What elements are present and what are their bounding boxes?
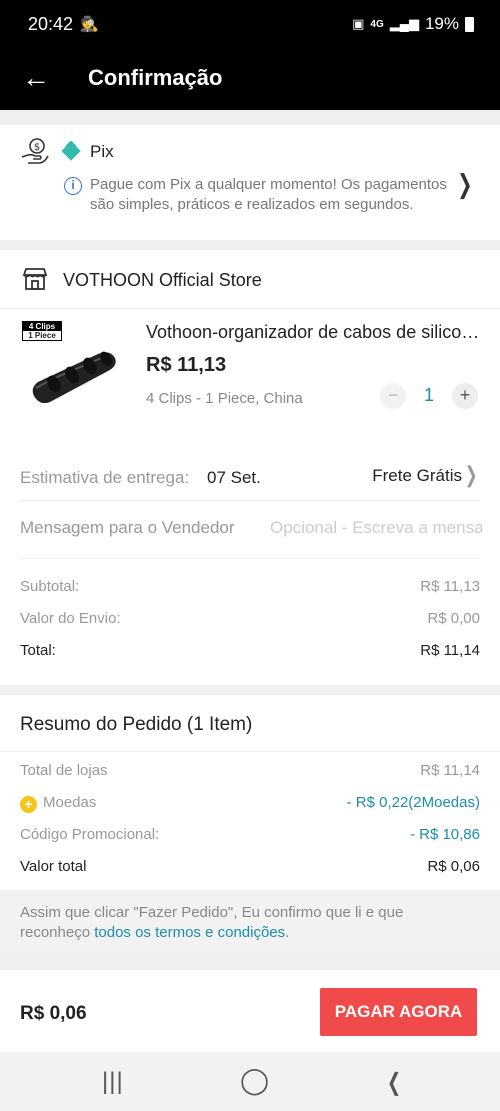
chevron-right-icon[interactable]: ❯: [457, 169, 472, 200]
product-variant[interactable]: 4 Clips - 1 Piece, China: [146, 390, 303, 407]
terms-end: .: [285, 924, 290, 941]
grand-total-value: R$ 0,06: [427, 858, 480, 875]
signal-icon: ▂▄▆: [389, 16, 419, 31]
recent-apps-icon[interactable]: |||: [102, 1068, 124, 1096]
order-summary-heading: Resumo do Pedido (1 Item): [20, 714, 253, 735]
stores-total-value: R$ 11,14: [420, 762, 480, 779]
product-tag: 4 Clips 1 Piece: [22, 321, 62, 341]
store-total-label: Total:: [20, 642, 56, 659]
checkout-bar: R$ 0,06 PAGAR AGORA: [0, 970, 500, 1052]
quantity-minus-button[interactable]: −: [380, 383, 406, 409]
stores-total-label: Total de lojas: [20, 762, 108, 779]
status-bar: 20:42 🕵 ▣ 4G ▂▄▆ 19%: [0, 0, 500, 50]
delivery-estimate-label: Estimativa de entrega:: [20, 468, 190, 487]
terms-text: Assim que clicar "Fazer Pedido", Eu conf…: [20, 903, 470, 943]
status-time: 20:42: [28, 14, 74, 34]
seller-message-input[interactable]: [270, 514, 482, 542]
status-right: ▣ 4G ▂▄▆ 19%: [352, 14, 474, 34]
back-nav-icon[interactable]: ❮: [387, 1068, 401, 1097]
coins-value: - R$ 0,22(2Moedas): [346, 794, 480, 811]
promo-code-label: Código Promocional:: [20, 826, 160, 843]
divider: [20, 500, 480, 501]
store-name[interactable]: VOTHOON Official Store: [63, 270, 262, 291]
app-bar: ← Confirmação: [0, 50, 500, 110]
coin-icon: +: [20, 796, 37, 813]
pix-logo-icon: [62, 141, 81, 161]
shipping-option[interactable]: Frete Grátis: [372, 466, 462, 486]
network-type: 4G: [370, 18, 384, 30]
shipping-cost-value: R$ 0,00: [427, 610, 480, 627]
quantity-value: 1: [423, 385, 434, 405]
store-total-value: R$ 11,14: [420, 642, 480, 659]
pay-now-button[interactable]: PAGAR AGORA: [320, 988, 477, 1036]
payment-hand-icon: $: [21, 138, 49, 164]
home-icon[interactable]: ◯: [240, 1065, 269, 1096]
chevron-right-icon[interactable]: ❯: [464, 462, 477, 488]
promo-code-value: - R$ 10,86: [409, 826, 480, 843]
info-icon: i: [64, 177, 82, 195]
store-card: VOTHOON Official Store 4 Clips 1 Piece V…: [0, 250, 500, 685]
divider: [0, 751, 500, 752]
arrow-left-icon[interactable]: ←: [22, 64, 50, 92]
divider: [20, 558, 480, 559]
system-nav-bar: ||| ◯ ❮: [0, 1052, 500, 1111]
subtotal-label: Subtotal:: [20, 578, 80, 595]
incognito-icon: 🕵: [80, 16, 99, 33]
tag-line-1: 4 Clips: [23, 322, 61, 331]
store-icon: [22, 268, 48, 290]
battery-percent: 19%: [424, 14, 459, 33]
terms-notice: Assim que clicar "Fazer Pedido", Eu conf…: [0, 890, 500, 952]
seller-message-label: Mensagem para o Vendedor: [20, 518, 235, 537]
subtotal-value: R$ 11,13: [420, 578, 480, 595]
product-price: R$ 11,13: [146, 354, 227, 376]
coins-label-wrap: + Moedas: [20, 794, 96, 813]
lock-icon: ▣: [352, 16, 365, 31]
payment-method-card[interactable]: $ Pix i Pague com Pix a qualquer momento…: [0, 125, 500, 240]
payment-note: Pague com Pix a qualquer momento! Os pag…: [90, 176, 447, 213]
svg-text:$: $: [34, 142, 40, 153]
divider: [0, 308, 500, 309]
product-title[interactable]: Vothoon-organizador de cabos de silicone: [146, 322, 480, 343]
tag-line-2: 1 Piece: [28, 331, 56, 340]
order-summary-card: Resumo do Pedido (1 Item) Total de lojas…: [0, 695, 500, 890]
quantity-plus-button[interactable]: +: [452, 383, 478, 409]
payment-method-name: Pix: [90, 142, 114, 161]
terms-link[interactable]: todos os termos e condições: [94, 924, 285, 941]
grand-total-label: Valor total: [20, 858, 87, 875]
checkout-total: R$ 0,06: [20, 1003, 87, 1024]
page-title: Confirmação: [88, 65, 223, 90]
coins-label: Moedas: [43, 794, 97, 811]
delivery-estimate-value: 07 Set.: [207, 468, 261, 487]
battery-icon: [465, 16, 474, 32]
shipping-cost-label: Valor do Envio:: [20, 610, 121, 627]
